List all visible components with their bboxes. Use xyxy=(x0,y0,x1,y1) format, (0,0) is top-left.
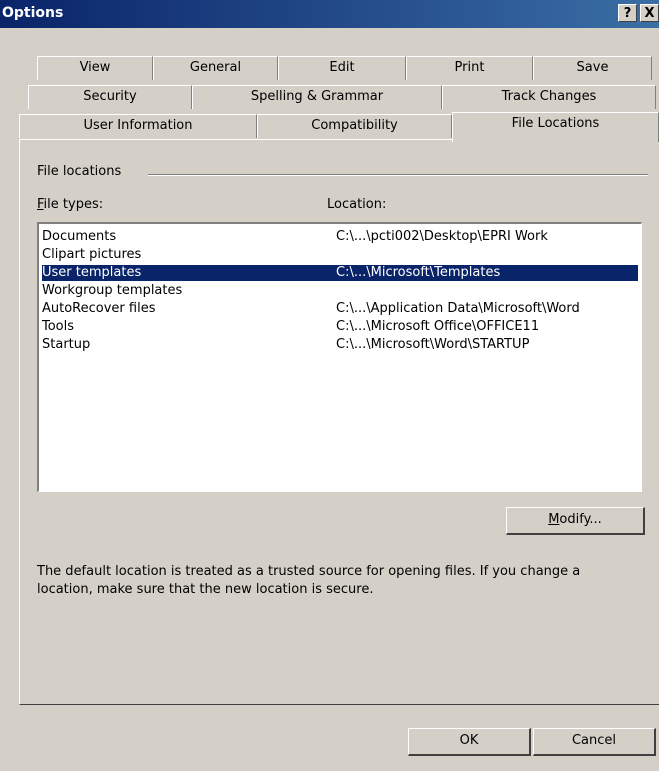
tab-edit[interactable]: Edit xyxy=(278,56,406,80)
file-type-cell: Documents xyxy=(42,229,117,244)
location-header: Location: xyxy=(327,197,387,212)
file-types-header: File types: xyxy=(37,197,103,212)
location-cell: C:\...\Microsoft Office\OFFICE11 xyxy=(336,319,540,334)
trusted-location-note: The default location is treated as a tru… xyxy=(37,564,581,597)
file-locations-list[interactable]: Documents C:\...\pcti002\Desktop\EPRI Wo… xyxy=(37,222,642,492)
modify-button[interactable]: Modify... xyxy=(506,507,645,535)
window-title: Options xyxy=(2,5,64,21)
file-type-cell: Workgroup templates xyxy=(42,283,183,298)
tab-print[interactable]: Print xyxy=(406,56,533,80)
file-type-cell: User templates xyxy=(42,265,142,280)
close-button[interactable]: X xyxy=(640,4,659,22)
list-item[interactable]: Workgroup templates xyxy=(42,283,638,299)
ok-button[interactable]: OK xyxy=(408,728,531,756)
location-cell: C:\...\Microsoft\Templates xyxy=(336,265,501,280)
group-divider xyxy=(148,174,648,176)
location-cell: C:\...\Microsoft\Word\STARTUP xyxy=(336,337,530,352)
list-item[interactable]: Startup C:\...\Microsoft\Word\STARTUP xyxy=(42,337,638,353)
location-cell: C:\...\Application Data\Microsoft\Word xyxy=(336,301,580,316)
list-item-selected[interactable]: User templates C:\...\Microsoft\Template… xyxy=(42,265,638,281)
file-types-rest: ile types: xyxy=(43,197,104,212)
file-type-cell: Clipart pictures xyxy=(42,247,142,262)
list-item[interactable]: AutoRecover files C:\...\Application Dat… xyxy=(42,301,638,317)
tab-track-changes[interactable]: Track Changes xyxy=(442,85,656,109)
modify-accel: M xyxy=(548,512,560,527)
title-bar: Options ? X xyxy=(0,0,659,28)
tab-save[interactable]: Save xyxy=(533,56,652,80)
list-item[interactable]: Tools C:\...\Microsoft Office\OFFICE11 xyxy=(42,319,638,335)
list-item[interactable]: Documents C:\...\pcti002\Desktop\EPRI Wo… xyxy=(42,229,638,245)
tab-user-information[interactable]: User Information xyxy=(19,114,257,138)
tab-general[interactable]: General xyxy=(153,56,278,80)
tab-file-locations[interactable]: File Locations xyxy=(452,112,659,142)
file-type-cell: Tools xyxy=(42,319,75,334)
tab-security[interactable]: Security xyxy=(28,85,192,109)
modify-rest: odify... xyxy=(559,512,602,527)
tab-compatibility[interactable]: Compatibility xyxy=(257,114,452,138)
cancel-button[interactable]: Cancel xyxy=(533,728,656,756)
file-type-cell: Startup xyxy=(42,337,91,352)
file-type-cell: AutoRecover files xyxy=(42,301,156,316)
list-item[interactable]: Clipart pictures xyxy=(42,247,638,263)
location-cell: C:\...\pcti002\Desktop\EPRI Work xyxy=(336,229,548,244)
group-label: File locations xyxy=(37,164,122,179)
tab-view[interactable]: View xyxy=(37,56,153,80)
tab-spelling-grammar[interactable]: Spelling & Grammar xyxy=(192,85,442,109)
help-button[interactable]: ? xyxy=(618,4,637,22)
